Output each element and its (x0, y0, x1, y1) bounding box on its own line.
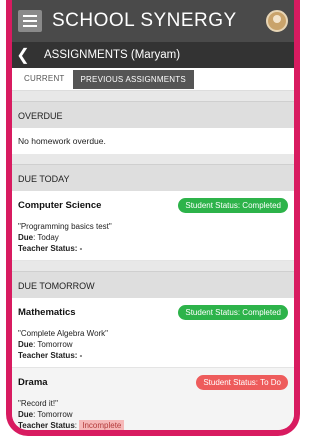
phone-frame: SCHOOL SYNERGY ❮ ASSIGNMENTS (Maryam) CU… (6, 0, 300, 436)
due-value: : Tomorrow (33, 340, 73, 349)
section-header-due-tomorrow: DUE TOMORROW (12, 271, 294, 298)
subject-label: Drama (18, 377, 48, 388)
assignment-title: "Record it!" (18, 399, 58, 408)
due-line: Due: Tomorrow (18, 340, 288, 349)
teacher-status-separator: : (74, 421, 77, 430)
student-status-badge: Student Status: To Do (196, 375, 288, 390)
assignment-title: "Programming basics test" (18, 222, 112, 231)
teacher-status-label: Teacher Status (18, 244, 75, 253)
top-bar: SCHOOL SYNERGY (12, 0, 294, 42)
teacher-status-label: Teacher Status (18, 421, 75, 430)
back-arrow-icon[interactable]: ❮ (12, 42, 34, 68)
section-header-overdue: OVERDUE (12, 101, 294, 128)
menu-icon[interactable] (18, 10, 42, 32)
due-value: : Tomorrow (33, 410, 73, 419)
due-line: Due: Tomorrow (18, 410, 288, 419)
teacher-status-value: : - (74, 351, 83, 360)
assignment-card[interactable]: Mathematics Student Status: Completed "C… (12, 298, 294, 368)
due-label: Due (18, 233, 34, 242)
teacher-status-line: Teacher Status: Incomplete (18, 420, 288, 430)
incomplete-badge: Incomplete (79, 420, 125, 430)
subject-label: Computer Science (18, 200, 102, 211)
due-label: Due (18, 410, 34, 419)
spacer (12, 91, 294, 101)
page-title: ASSIGNMENTS (Maryam) (44, 49, 181, 61)
teacher-status-label: Teacher Status (18, 351, 75, 360)
overdue-message: No homework overdue. (12, 128, 294, 154)
student-status-badge: Student Status: Completed (178, 305, 288, 320)
tab-current[interactable]: CURRENT (16, 69, 73, 90)
app-title: SCHOOL SYNERGY (52, 10, 237, 31)
subject-label: Mathematics (18, 307, 76, 318)
spacer (12, 261, 294, 271)
page-header: ❮ ASSIGNMENTS (Maryam) (12, 42, 294, 68)
due-label: Due (18, 340, 34, 349)
student-status-badge: Student Status: Completed (178, 198, 288, 213)
due-line: Due: Today (18, 233, 288, 242)
tab-bar: CURRENT PREVIOUS ASSIGNMENTS (12, 68, 294, 91)
assignment-card[interactable]: Drama Student Status: To Do "Record it!"… (12, 368, 294, 430)
teacher-status-value: : - (74, 244, 83, 253)
assignment-card[interactable]: Computer Science Student Status: Complet… (12, 191, 294, 261)
spacer (12, 154, 294, 164)
tab-previous-assignments[interactable]: PREVIOUS ASSIGNMENTS (72, 69, 194, 89)
avatar-icon[interactable] (266, 10, 288, 32)
section-header-due-today: DUE TODAY (12, 164, 294, 191)
teacher-status-line: Teacher Status: - (18, 244, 288, 253)
due-value: : Today (33, 233, 59, 242)
assignment-title: "Complete Algebra Work" (18, 329, 109, 338)
teacher-status-line: Teacher Status: - (18, 351, 288, 360)
